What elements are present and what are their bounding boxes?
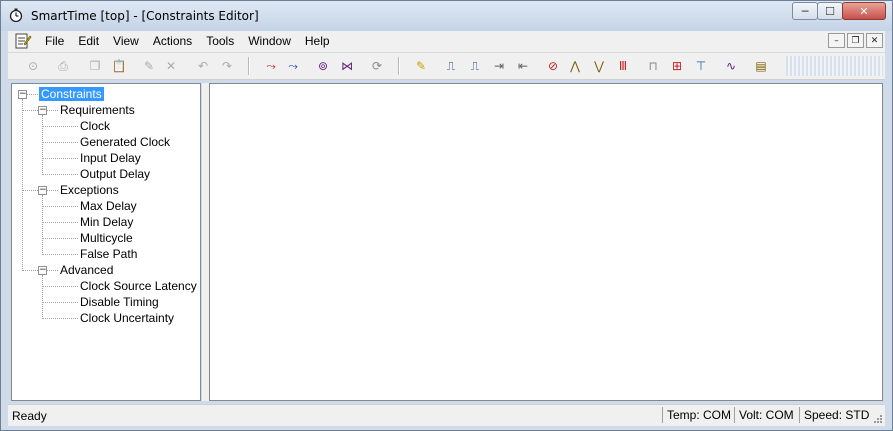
max-delay-icon[interactable]: ⋀ — [566, 57, 584, 75]
document-app-icon[interactable] — [14, 32, 32, 50]
window-title: SmartTime [top] - [Constraints Editor] — [31, 9, 259, 23]
tree-item-max-delay[interactable]: Max Delay — [80, 198, 137, 214]
toolbar-grip — [786, 56, 883, 76]
clock-waveform-icon[interactable]: ⎍ — [442, 57, 460, 75]
maximize-button[interactable]: ☐ — [817, 2, 843, 20]
tree-item-min-delay[interactable]: Min Delay — [80, 214, 133, 230]
resize-grip-icon[interactable] — [873, 414, 883, 424]
tree-item-output-delay[interactable]: Output Delay — [80, 166, 150, 182]
refresh-icon[interactable]: ⟳ — [368, 57, 386, 75]
minimize-button[interactable]: ─ — [792, 2, 818, 20]
network-icon[interactable]: ⋈ — [338, 57, 356, 75]
collapse-icon[interactable]: − — [18, 90, 27, 99]
constraints-tree[interactable]: − Constraints − Requirements Clock Gener… — [11, 83, 201, 401]
constraint-editor-icon[interactable]: ✎ — [412, 57, 430, 75]
copy-icon[interactable]: ❐ — [86, 57, 104, 75]
menu-bar: File Edit View Actions Tools Window Help… — [8, 31, 885, 53]
close-button[interactable]: ✕ — [842, 2, 886, 20]
clock-latency-icon[interactable]: ⊞ — [668, 57, 686, 75]
path-red-icon[interactable]: ⤳ — [262, 57, 280, 75]
clock-uncertainty-icon[interactable]: ⊤ — [692, 57, 710, 75]
collapse-icon[interactable]: − — [38, 106, 47, 115]
output-delay-icon[interactable]: ⇤ — [514, 57, 532, 75]
tree-item-generated-clock[interactable]: Generated Clock — [80, 134, 170, 150]
stopwatch-icon — [9, 8, 23, 22]
report-icon[interactable]: ▤ — [752, 57, 770, 75]
tree-item-clock-uncertainty[interactable]: Clock Uncertainty — [80, 310, 174, 326]
clock-constraint-icon[interactable]: ⊚ — [314, 57, 332, 75]
tree-item-false-path[interactable]: False Path — [80, 246, 137, 262]
status-bar: Ready Temp: COM Volt: COM Speed: STD — [8, 404, 885, 426]
new-icon[interactable]: ⊙ — [24, 57, 42, 75]
edit-icon[interactable]: ✎ — [140, 57, 158, 75]
menu-edit[interactable]: Edit — [71, 34, 106, 48]
tree-root-constraints[interactable]: Constraints — [39, 86, 104, 102]
tree-item-multicycle[interactable]: Multicycle — [80, 230, 133, 246]
tree-group-exceptions[interactable]: Exceptions — [60, 182, 119, 198]
collapse-icon[interactable]: − — [38, 186, 47, 195]
waveform-check-icon[interactable]: ∿ — [722, 57, 740, 75]
status-volt: Volt: COM — [739, 408, 794, 422]
tree-item-disable-timing[interactable]: Disable Timing — [80, 294, 159, 310]
tree-group-advanced[interactable]: Advanced — [60, 262, 113, 278]
title-bar[interactable]: SmartTime [top] - [Constraints Editor] ─… — [1, 1, 892, 31]
mdi-close-button[interactable]: ✕ — [866, 33, 883, 48]
menu-view[interactable]: View — [106, 34, 146, 48]
status-speed: Speed: STD — [804, 408, 870, 422]
menu-help[interactable]: Help — [298, 34, 337, 48]
tree-item-clock[interactable]: Clock — [80, 118, 110, 134]
tree-root-label: Constraints — [39, 87, 104, 101]
status-ready: Ready — [12, 409, 47, 423]
panel-splitter[interactable] — [202, 83, 209, 401]
disable-timing-icon[interactable]: ⊓ — [644, 57, 662, 75]
app-window: SmartTime [top] - [Constraints Editor] ─… — [0, 0, 893, 431]
status-temp: Temp: COM — [667, 408, 732, 422]
tree-item-input-delay[interactable]: Input Delay — [80, 150, 141, 166]
undo-icon[interactable]: ↶ — [194, 57, 212, 75]
menu-tools[interactable]: Tools — [199, 34, 241, 48]
path-blue-icon[interactable]: ⤳ — [284, 57, 302, 75]
mdi-restore-button[interactable]: ❐ — [847, 33, 864, 48]
constraint-detail-panel[interactable] — [209, 83, 883, 401]
paste-icon[interactable]: 📋 — [110, 57, 128, 75]
redo-icon[interactable]: ↷ — [218, 57, 236, 75]
input-delay-icon[interactable]: ⇥ — [490, 57, 508, 75]
menu-actions[interactable]: Actions — [146, 34, 199, 48]
toolbar: ⊙ ⎙ ❐ 📋 ✎ ✕ ↶ ↷ ⤳ ⤳ ⊚ ⋈ ⟳ ✎ ⎍ ⎍ ⇥ ⇤ ⊘ ⋀ … — [8, 53, 885, 80]
print-icon[interactable]: ⎙ — [54, 57, 72, 75]
false-path-icon[interactable]: ⊘ — [544, 57, 562, 75]
mdi-minimize-button[interactable]: – — [828, 33, 845, 48]
tree-group-requirements[interactable]: Requirements — [60, 102, 135, 118]
tree-item-clock-source-latency[interactable]: Clock Source Latency — [80, 278, 197, 294]
menu-window[interactable]: Window — [241, 34, 298, 48]
multicycle-icon[interactable]: Ⅲ — [614, 57, 632, 75]
generated-clock-icon[interactable]: ⎍ — [466, 57, 484, 75]
collapse-icon[interactable]: − — [38, 266, 47, 275]
menu-file[interactable]: File — [38, 34, 71, 48]
min-delay-icon[interactable]: ⋁ — [590, 57, 608, 75]
delete-icon[interactable]: ✕ — [162, 57, 180, 75]
